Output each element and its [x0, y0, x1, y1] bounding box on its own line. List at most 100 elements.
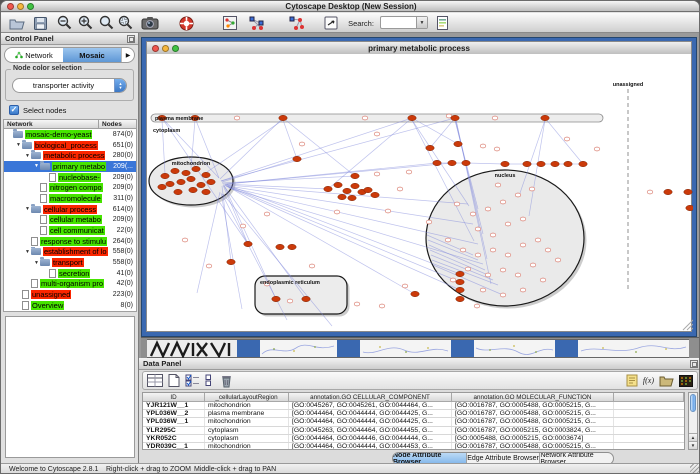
zoom-out-icon[interactable] [57, 15, 72, 30]
table-cell[interactable]: YDR039C__1 [143, 443, 205, 450]
table-column-header[interactable]: ID [143, 393, 205, 402]
network-node[interactable] [540, 278, 546, 282]
network-node[interactable] [495, 183, 501, 187]
tree-item[interactable]: ▼metabolic process280(0) [4, 150, 136, 161]
table-cell[interactable]: YJR121W__1 [143, 402, 205, 409]
table-cell[interactable]: [GO:0044464, GO:0044446, GO:0044444, G..… [289, 435, 452, 442]
network-node[interactable] [485, 207, 491, 211]
network-edge[interactable] [221, 193, 242, 309]
zoom-selected-icon[interactable] [99, 15, 114, 30]
table-cell[interactable]: [GO:0044464, GO:0044444, GO:0044425, G..… [289, 410, 452, 417]
birdseye-view[interactable] [5, 316, 135, 458]
scroll-down-icon[interactable]: ▼ [689, 441, 697, 449]
table-cell[interactable]: [GO:0016787, GO:0005488, GO:0005215, G..… [452, 418, 614, 425]
background-window-edge[interactable] [337, 339, 360, 358]
snapshot-camera-icon[interactable] [140, 15, 160, 31]
network-node[interactable] [192, 166, 200, 171]
network-edge[interactable] [226, 186, 460, 290]
tree-item[interactable]: ▼cellular process614(0) [4, 204, 136, 215]
unselect-attributes-icon[interactable] [205, 374, 215, 387]
network-node[interactable] [177, 179, 185, 184]
network-node[interactable] [158, 184, 166, 189]
delete-attribute-icon[interactable] [220, 374, 233, 388]
network-node[interactable] [433, 160, 441, 165]
network-node[interactable] [475, 253, 481, 257]
network-node[interactable] [197, 182, 205, 187]
network-node[interactable] [460, 248, 466, 252]
network-node[interactable] [426, 145, 434, 150]
network-node[interactable] [309, 264, 315, 268]
table-scrollbar[interactable]: ▲ ▼ [688, 392, 698, 450]
tree-item[interactable]: secretion41(0) [4, 268, 136, 279]
select-nodes-checkbox[interactable]: ✓ [9, 105, 19, 115]
table-row[interactable]: YPL036W__1mitochondrion[GO:0044464, GO:0… [143, 418, 684, 426]
tree-item[interactable]: mosaic-demo-yeast874(0) [4, 129, 136, 140]
network-node[interactable] [505, 253, 511, 257]
table-column-header[interactable]: _cellularLayoutRegion [205, 393, 289, 402]
resize-grip[interactable] [690, 464, 700, 474]
network-node[interactable] [244, 241, 252, 246]
network-node[interactable] [647, 190, 653, 194]
network-node[interactable] [456, 287, 464, 292]
tree-item[interactable]: response to stimulu264(0) [4, 236, 136, 247]
tree-column-nodes[interactable]: Nodes [99, 119, 137, 129]
network-node[interactable] [545, 248, 551, 252]
network-node[interactable] [379, 304, 385, 308]
network-edge[interactable] [283, 118, 355, 176]
new-attribute-icon[interactable] [168, 374, 180, 387]
network-node[interactable] [555, 258, 561, 262]
tree-item[interactable]: ▼establishment of lo558(0) [4, 247, 136, 258]
open-folder-icon[interactable] [8, 15, 26, 31]
network-node[interactable] [161, 173, 169, 178]
table-cell[interactable]: mitochondrion [205, 418, 289, 425]
notepad-icon[interactable] [626, 374, 638, 387]
network-node[interactable] [182, 238, 188, 242]
network-node[interactable] [272, 296, 280, 301]
network-node[interactable] [202, 189, 210, 194]
network-node[interactable] [494, 147, 500, 151]
network-edge[interactable] [221, 118, 412, 181]
network-node[interactable] [351, 183, 359, 188]
tree-item[interactable]: cell communicat22(0) [4, 225, 136, 236]
network-node[interactable] [515, 193, 521, 197]
tree-item[interactable]: multi-organism pro42(0) [4, 279, 136, 290]
network-edge[interactable] [222, 176, 355, 183]
network-node[interactable] [456, 296, 464, 301]
network-node[interactable] [465, 267, 471, 271]
network-node[interactable] [354, 302, 360, 306]
search-dropdown-icon[interactable]: ▼ [416, 17, 427, 28]
table-row[interactable]: YJR121W__1mitochondrion[GO:0045267, GO:0… [143, 402, 684, 410]
network-node[interactable] [485, 273, 491, 277]
scroll-up-icon[interactable]: ▲ [689, 433, 697, 441]
zoom-in-icon[interactable] [78, 15, 93, 30]
network-node[interactable] [334, 210, 340, 214]
network-node[interactable] [287, 299, 293, 303]
table-cell[interactable]: YKR052C [143, 435, 205, 442]
float-data-panel-icon[interactable] [690, 360, 698, 368]
network-node[interactable] [480, 288, 486, 292]
network-node[interactable] [474, 304, 480, 308]
select-attributes-icon[interactable] [185, 374, 200, 387]
network-overview-icon[interactable] [221, 15, 238, 31]
table-row[interactable]: YPL036W__2plasma membrane[GO:0044464, GO… [143, 410, 684, 418]
table-cell[interactable]: cytoplasm [205, 427, 289, 434]
network-node[interactable] [371, 192, 379, 197]
background-window-overview[interactable] [147, 339, 237, 358]
network-node[interactable] [500, 268, 506, 272]
attribute-matrix-icon[interactable] [679, 375, 693, 387]
network-node[interactable] [187, 176, 195, 181]
network-node[interactable] [240, 224, 246, 228]
table-cell[interactable]: [GO:0044464, GO:0044444, GO:0044453, G..… [289, 443, 452, 450]
network-node[interactable] [594, 147, 600, 151]
network-edge[interactable] [430, 118, 455, 148]
network-node[interactable] [664, 189, 672, 194]
table-cell[interactable]: YPL036W__2 [143, 410, 205, 417]
tab-overflow-arrow-icon[interactable]: ▶ [121, 48, 134, 62]
network-node[interactable] [189, 187, 197, 192]
network-node[interactable] [348, 195, 356, 200]
table-cell[interactable]: mitochondrion [205, 402, 289, 409]
network-node[interactable] [454, 202, 460, 206]
network-node[interactable] [334, 182, 342, 187]
network-node[interactable] [551, 161, 559, 166]
network-node[interactable] [451, 115, 459, 120]
